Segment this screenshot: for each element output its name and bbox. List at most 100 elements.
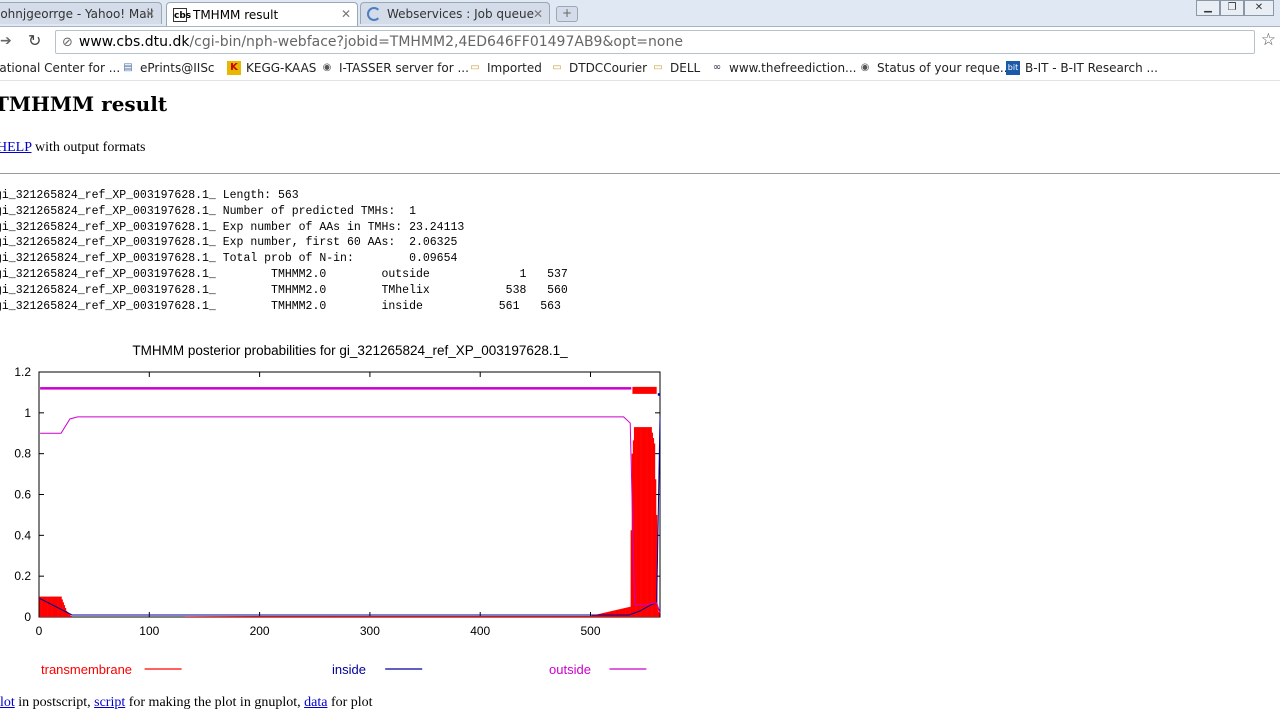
- folder-icon: ▭: [653, 62, 663, 73]
- close-icon[interactable]: ✕: [341, 7, 351, 21]
- folder-icon: ▭: [470, 62, 480, 73]
- topology-inside: [657, 393, 660, 396]
- cbs-icon: cbs: [173, 7, 191, 22]
- tab-title: TMHMM result: [193, 7, 279, 22]
- y-tick-label: 0.4: [14, 528, 31, 542]
- bookmark-label: ePrints@IISc: [140, 61, 215, 75]
- browser-toolbar: ➔ ↻ ⊘ www.cbs.dtu.dk /cgi-bin/nph-webfac…: [0, 27, 1280, 57]
- kegg-icon: K: [227, 61, 241, 75]
- bookmark-item[interactable]: ◉ Status of your reque...: [858, 61, 1012, 75]
- bookmark-label: KEGG-KAAS: [246, 61, 317, 75]
- tab-yahoo-mail[interactable]: johnjgeorrge - Yahoo! Mail ✕: [0, 2, 162, 24]
- globe-icon: ◉: [860, 62, 870, 73]
- maximize-icon[interactable]: ❐: [1220, 0, 1244, 16]
- page-title: TMHMM result: [0, 92, 168, 116]
- series-inside: [39, 416, 661, 616]
- back-arrow-icon[interactable]: ➔: [0, 33, 12, 49]
- bookmark-label: Status of your reque...: [877, 61, 1012, 75]
- bookmark-label: DELL: [670, 61, 701, 75]
- series-transmembrane: [39, 427, 660, 617]
- plot-postscript-link[interactable]: plot: [0, 695, 15, 710]
- x-tick-label: 500: [580, 624, 600, 638]
- tab-job-queue[interactable]: Webservices : Job queue ✕: [360, 2, 550, 24]
- bookmark-label: B-IT - B-IT Research ...: [1025, 61, 1158, 75]
- folder-icon: ▭: [552, 62, 562, 73]
- script-link-text: for making the plot in gnuplot,: [125, 695, 305, 710]
- bookmark-item[interactable]: ◉ I-TASSER server for ...: [320, 61, 469, 75]
- gnuplot-script-link[interactable]: script: [94, 695, 125, 710]
- reload-icon[interactable]: ↻: [28, 31, 41, 50]
- bookmark-label: Imported: [487, 61, 542, 75]
- bookmark-item[interactable]: ▤ ePrints@IISc: [121, 61, 215, 75]
- bookmark-item[interactable]: ∞ www.thefreediction...: [710, 61, 857, 75]
- url-path: /cgi-bin/nph-webface?jobid=TMHMM2,4ED646…: [189, 34, 683, 50]
- tmhmm-output-text: gi_321265824_ref_XP_003197628.1_ Length:…: [0, 188, 568, 314]
- url-host: www.cbs.dtu.dk: [78, 34, 190, 50]
- bit-icon: bit: [1006, 61, 1020, 75]
- bookmark-label: www.thefreediction...: [729, 61, 857, 75]
- plot-link-text: in postscript,: [14, 695, 95, 710]
- bookmark-star-icon[interactable]: ☆: [1261, 30, 1276, 50]
- y-tick-label: 0: [24, 610, 31, 624]
- bookmark-item[interactable]: K KEGG-KAAS: [227, 61, 316, 75]
- output-line: gi_321265824_ref_XP_003197628.1_ TMHMM2.…: [0, 299, 561, 313]
- tab-title: Webservices : Job queue: [387, 6, 534, 21]
- legend-label: transmembrane: [41, 662, 132, 677]
- bookmark-item[interactable]: ▭ Imported: [468, 61, 542, 75]
- bookmark-item[interactable]: ▭ DELL: [651, 61, 700, 75]
- x-tick-label: 400: [470, 624, 490, 638]
- bookmark-label: DTDCCourier: [569, 61, 648, 75]
- window-controls: ▁ ❐ ✕: [1196, 0, 1274, 16]
- output-line: gi_321265824_ref_XP_003197628.1_ Length:…: [0, 189, 299, 202]
- bookmark-item[interactable]: ▭ DTDCCourier: [550, 61, 647, 75]
- output-line: gi_321265824_ref_XP_003197628.1_ TMHMM2.…: [0, 283, 568, 297]
- x-tick-label: 0: [36, 624, 43, 638]
- y-tick-label: 1: [24, 406, 31, 420]
- output-line: gi_321265824_ref_XP_003197628.1_ Exp num…: [0, 236, 458, 250]
- horizontal-rule: [0, 173, 1280, 174]
- y-tick-label: 0.2: [14, 569, 31, 583]
- x-tick-label: 200: [250, 624, 270, 638]
- address-bar[interactable]: ⊘ www.cbs.dtu.dk /cgi-bin/nph-webface?jo…: [55, 30, 1255, 54]
- help-link[interactable]: HELP: [0, 140, 31, 155]
- y-tick-label: 0.8: [14, 447, 31, 461]
- page-icon: ▤: [123, 62, 133, 73]
- legend-label: inside: [332, 662, 366, 677]
- dictionary-icon: ∞: [712, 62, 722, 73]
- plot-links-line: plot in postscript, script for making th…: [0, 695, 373, 711]
- formats-text: with output formats: [31, 140, 146, 155]
- plot-frame: [38, 371, 661, 618]
- tab-title: johnjgeorrge - Yahoo! Mail: [0, 6, 154, 21]
- bookmark-label: lational Center for ...: [0, 61, 121, 75]
- plot-data-link[interactable]: data: [304, 695, 327, 710]
- page-info-icon[interactable]: ⊘: [62, 35, 73, 50]
- bookmark-item[interactable]: lational Center for ...: [0, 61, 120, 75]
- tab-tmhmm-result[interactable]: cbs TMHMM result ✕: [166, 2, 358, 26]
- output-line: gi_321265824_ref_XP_003197628.1_ Number …: [0, 204, 416, 218]
- close-window-icon[interactable]: ✕: [1244, 0, 1274, 16]
- topology-TMhelix: [632, 386, 657, 394]
- topology-outside: [40, 387, 632, 390]
- bookmarks-bar: lational Center for ... ▤ ePrints@IISc K…: [0, 58, 1280, 81]
- chart-title: TMHMM posterior probabilities for gi_321…: [132, 343, 568, 358]
- series-outside: [40, 416, 661, 614]
- data-link-text: for plot: [327, 695, 373, 710]
- y-tick-label: 1.2: [14, 365, 31, 379]
- new-tab-button[interactable]: +: [556, 6, 578, 22]
- bookmark-label: I-TASSER server for ...: [339, 61, 469, 75]
- x-tick-label: 300: [360, 624, 380, 638]
- x-tick-label: 100: [139, 624, 159, 638]
- loading-icon: [367, 6, 381, 21]
- posterior-probability-plot: TMHMM posterior probabilities for gi_321…: [14, 343, 661, 677]
- output-line: gi_321265824_ref_XP_003197628.1_ Exp num…: [0, 220, 465, 234]
- y-tick-label: 0.6: [14, 488, 31, 502]
- minimize-icon[interactable]: ▁: [1196, 0, 1220, 16]
- legend-label: outside: [549, 662, 591, 677]
- close-icon[interactable]: ✕: [145, 7, 155, 21]
- globe-icon: ◉: [322, 62, 332, 73]
- output-line: gi_321265824_ref_XP_003197628.1_ Total p…: [0, 252, 458, 266]
- bookmark-item[interactable]: bit B-IT - B-IT Research ...: [1006, 61, 1158, 75]
- close-icon[interactable]: ✕: [533, 7, 543, 21]
- tab-strip: johnjgeorrge - Yahoo! Mail ✕ cbs TMHMM r…: [0, 0, 1280, 27]
- output-formats-line: HELP with output formats: [0, 140, 145, 156]
